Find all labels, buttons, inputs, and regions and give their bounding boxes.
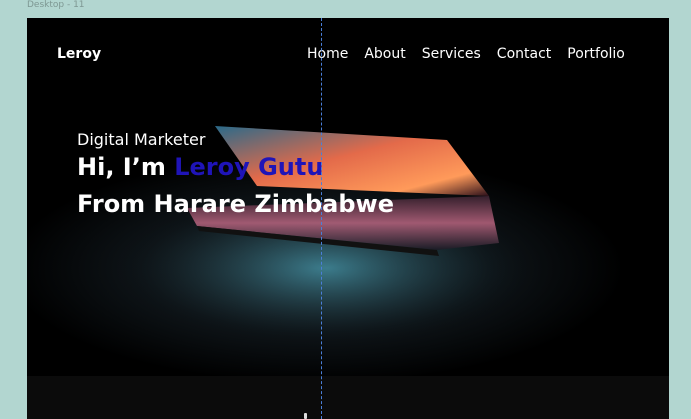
hero-greeting: Hi, I’m [77,153,175,181]
hero-location: From Harare Zimbabwe [77,190,394,218]
desktop-artboard: Leroy Home About Services Contact Portfo… [27,18,669,419]
nav-about[interactable]: About [364,46,405,62]
next-section [27,376,669,419]
hero-section: Leroy Home About Services Contact Portfo… [27,18,669,376]
layout-guide [321,18,322,419]
nav-home[interactable]: Home [307,46,348,62]
hero-headline: Hi, I’m Leroy Gutu [77,153,323,181]
nav-services[interactable]: Services [422,46,481,62]
hero-eyebrow: Digital Marketer [77,130,206,149]
artboard-label[interactable]: Desktop - 11 [27,0,85,11]
nav-contact[interactable]: Contact [497,46,551,62]
nav-portfolio[interactable]: Portfolio [567,46,625,62]
main-nav: Home About Services Contact Portfolio [307,46,625,62]
site-logo[interactable]: Leroy [57,46,101,62]
next-section-marker [304,413,307,419]
hero-name: Leroy Gutu [174,153,324,181]
